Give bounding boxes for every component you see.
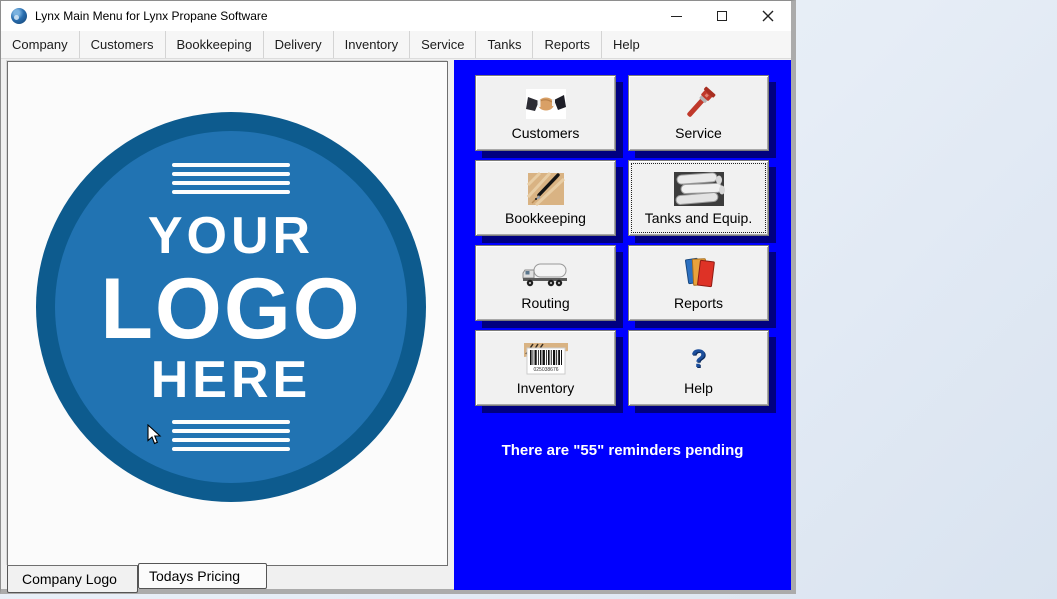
button-label: Bookkeeping (505, 210, 586, 226)
propane-tanks-icon (673, 170, 725, 208)
button-label: Tanks and Equip. (645, 210, 752, 226)
window-title: Lynx Main Menu for Lynx Propane Software (35, 9, 268, 23)
minimize-button[interactable] (653, 1, 699, 31)
bookkeeping-button[interactable]: Bookkeeping (475, 160, 616, 236)
button-label: Help (684, 380, 713, 396)
button-label: Routing (521, 295, 569, 311)
button-label: Customers (512, 125, 580, 141)
logo-word-your: YOUR (148, 210, 314, 262)
company-logo-image: YOUR LOGO HERE (36, 112, 426, 502)
maximize-icon (717, 11, 727, 21)
titlebar: Lynx Main Menu for Lynx Propane Software (1, 1, 791, 31)
desktop: { "window": { "title": "Lynx Main Menu f… (0, 0, 1057, 599)
reminders-status: There are "55" reminders pending (454, 442, 791, 459)
logo-word-logo: LOGO (100, 266, 361, 352)
pen-paper-icon (524, 170, 568, 208)
window-controls (653, 1, 791, 31)
tab-company-logo[interactable]: Company Logo (7, 566, 138, 593)
logo-word-here: HERE (151, 354, 311, 406)
service-button[interactable]: Service (628, 75, 769, 151)
inventory-button[interactable]: 025038676 Inventory (475, 330, 616, 406)
close-icon (762, 10, 774, 22)
logo-lines-bottom (172, 420, 290, 451)
button-label: Service (675, 125, 722, 141)
folders-icon (677, 255, 721, 293)
maximize-button[interactable] (699, 1, 745, 31)
menu-item-company[interactable]: Company (1, 31, 80, 58)
menu-item-service[interactable]: Service (410, 31, 476, 58)
button-label: Inventory (517, 380, 575, 396)
main-menu-panel: Customers Service (454, 60, 791, 590)
question-mark-icon: ? (691, 340, 706, 378)
menu-item-reports[interactable]: Reports (533, 31, 602, 58)
tab-todays-pricing[interactable]: Todays Pricing (138, 563, 267, 589)
menu-item-tanks[interactable]: Tanks (476, 31, 533, 58)
menu-item-inventory[interactable]: Inventory (334, 31, 410, 58)
button-label: Reports (674, 295, 723, 311)
logo-panel: YOUR LOGO HERE (7, 61, 448, 566)
reports-button[interactable]: Reports (628, 245, 769, 321)
barcode-digits: 025038676 (533, 367, 558, 373)
menu-item-bookkeeping[interactable]: Bookkeeping (166, 31, 264, 58)
menu-item-delivery[interactable]: Delivery (264, 31, 334, 58)
delivery-truck-icon (521, 255, 571, 293)
logo-lines-top (172, 163, 290, 194)
menu-item-help[interactable]: Help (602, 31, 651, 58)
menubar: Company Customers Bookkeeping Delivery I… (1, 31, 791, 59)
mouse-cursor (147, 424, 162, 446)
pipe-wrench-icon (676, 85, 722, 123)
close-button[interactable] (745, 1, 791, 31)
menu-item-customers[interactable]: Customers (80, 31, 166, 58)
help-button[interactable]: ? Help (628, 330, 769, 406)
routing-button[interactable]: Routing (475, 245, 616, 321)
barcode-icon: 025038676 (523, 340, 569, 378)
minimize-icon (671, 16, 682, 17)
customers-button[interactable]: Customers (475, 75, 616, 151)
handshake-icon (523, 85, 569, 123)
app-logo-icon (11, 8, 27, 24)
app-window: Lynx Main Menu for Lynx Propane Software… (0, 0, 796, 594)
tanks-and-equip-button[interactable]: Tanks and Equip. (628, 160, 769, 236)
